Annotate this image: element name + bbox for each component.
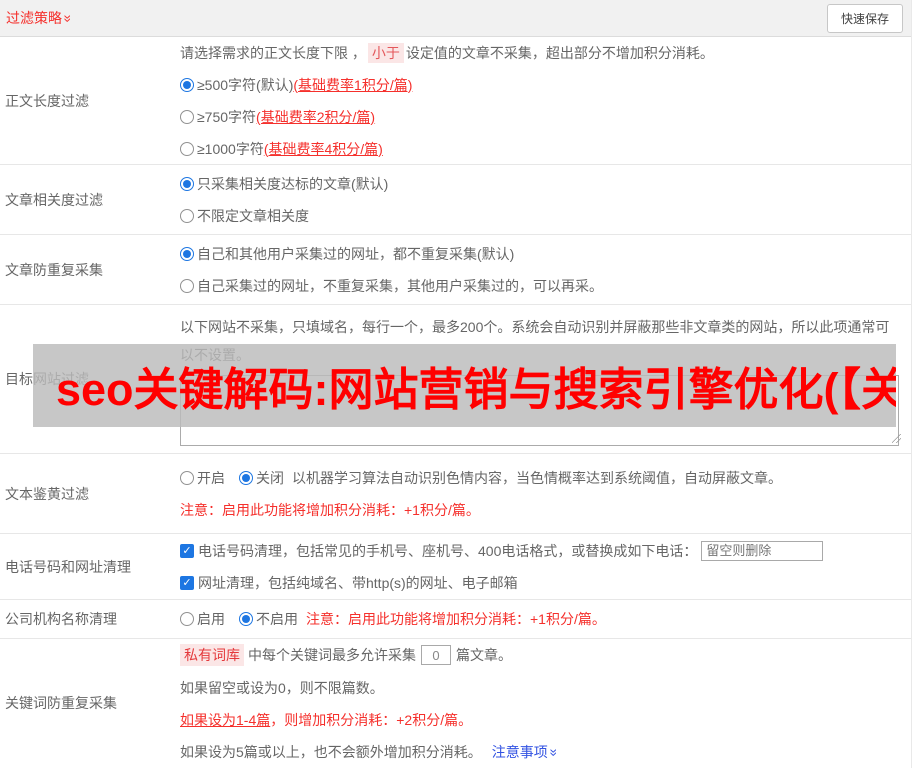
notes-link-text: 注意事项 (492, 744, 548, 760)
desc-text: 设定值的文章不采集，超出部分不增加积分消耗。 (406, 43, 714, 63)
private-lexicon-highlight: 私有词库 (180, 644, 244, 666)
cost-warning-note: 如果设为1-4篇 ，则增加积分消耗：+2积分/篇。 (180, 710, 905, 730)
row-label: 文章相关度过滤 (0, 165, 180, 234)
warning-underlined: 如果设为1-4篇 (180, 710, 270, 730)
radio-option-row: ≥750字符 (基础费率2积分/篇) (180, 107, 905, 127)
radio-label: 只采集相关度达标的文章(默认) (197, 174, 388, 194)
radio-company-off[interactable] (239, 612, 253, 626)
radio-750-chars[interactable] (180, 110, 194, 124)
radio-500-chars[interactable] (180, 78, 194, 92)
radio-porn-on[interactable] (180, 471, 194, 485)
radio-label: 开启 (197, 468, 225, 488)
fee-note: (基础费率1积分/篇) (293, 75, 412, 95)
checkbox-url-clean[interactable] (180, 576, 194, 590)
row-label: 正文长度过滤 (0, 37, 180, 164)
page-title[interactable]: 过滤策略» (6, 8, 72, 28)
description-line: 如果留空或设为0，则不限篇数。 (180, 678, 905, 698)
description-line: 以下网站不采集，只填域名，每行一个，最多200个。系统会自动识别并屏蔽那些非文章… (180, 317, 905, 337)
chevron-double-down-icon: » (60, 15, 76, 22)
warning-text: ，则增加积分消耗：+2积分/篇。 (270, 710, 472, 730)
desc-text: 请选择需求的正文长度下限 ， (180, 43, 366, 63)
radio-1000-chars[interactable] (180, 142, 194, 156)
row-relevance-filter: 文章相关度过滤 只采集相关度达标的文章(默认) 不限定文章相关度 (0, 165, 911, 235)
radio-label: 启用 (197, 609, 225, 629)
radio-label: 不限定文章相关度 (197, 206, 309, 226)
fee-note: (基础费率4积分/篇) (264, 139, 383, 159)
radio-option-row: 自己采集过的网址，不重复采集，其他用户采集过的，可以再采。 (180, 276, 905, 296)
resize-grip-icon[interactable] (892, 434, 901, 443)
phone-replacement-input[interactable] (701, 541, 823, 561)
radio-option-row: 开启 关闭 以机器学习算法自动识别色情内容，当色情概率达到系统阈值，自动屏蔽文章… (180, 468, 905, 488)
desc-text: 如果设为5篇或以上，也不会额外增加积分消耗。 (180, 742, 482, 762)
radio-company-on[interactable] (180, 612, 194, 626)
row-label: 文章防重复采集 (0, 235, 180, 304)
cost-warning-note: 注意：启用此功能将增加积分消耗：+1积分/篇。 (306, 609, 606, 629)
radio-option-row: 不限定文章相关度 (180, 206, 905, 226)
radio-porn-off[interactable] (239, 471, 253, 485)
radio-dedupe-all-users[interactable] (180, 247, 194, 261)
chevron-double-down-icon: » (544, 749, 564, 756)
radio-label: 自己采集过的网址，不重复采集，其他用户采集过的，可以再采。 (197, 276, 603, 296)
radio-option-row: 启用 不启用 注意：启用此功能将增加积分消耗：+1积分/篇。 (180, 609, 905, 629)
filter-settings-page: 过滤策略» 快速保存 正文长度过滤 请选择需求的正文长度下限 ， 小于 设定值的… (0, 0, 912, 768)
keyword-limit-row: 私有词库 中每个关键词最多允许采集 篇文章。 (180, 644, 905, 666)
checkbox-label: 网址清理，包括纯域名、带http(s)的网址、电子邮箱 (198, 573, 518, 593)
radio-label: 不启用 (256, 609, 298, 629)
row-label: 文本鉴黄过滤 (0, 454, 180, 533)
row-keyword-dedupe: 关键词防重复采集 私有词库 中每个关键词最多允许采集 篇文章。 如果留空或设为0… (0, 639, 911, 767)
row-label: 电话号码和网址清理 (0, 534, 180, 599)
radio-label: 关闭 (256, 468, 284, 488)
radio-relevance-strict[interactable] (180, 177, 194, 191)
desc-text: 以机器学习算法自动识别色情内容，当色情概率达到系统阈值，自动屏蔽文章。 (292, 468, 782, 488)
row-porn-filter: 文本鉴黄过滤 开启 关闭 以机器学习算法自动识别色情内容，当色情概率达到系统阈值… (0, 454, 911, 534)
row-label: 公司机构名称清理 (0, 600, 180, 638)
description-line: 如果设为5篇或以上，也不会额外增加积分消耗。 注意事项» (180, 742, 905, 762)
radio-option-row: ≥500字符(默认) (基础费率1积分/篇) (180, 75, 905, 95)
ad-overlay-text: seo关键解码:网站营销与搜索引擎优化(【关 (33, 353, 896, 418)
row-phone-url-cleanup: 电话号码和网址清理 电话号码清理，包括常见的手机号、座机号、400电话格式，或替… (0, 534, 911, 600)
description-line: 请选择需求的正文长度下限 ， 小于 设定值的文章不采集，超出部分不增加积分消耗。 (180, 43, 905, 63)
radio-label: ≥1000字符 (197, 139, 264, 159)
checkbox-phone-clean[interactable] (180, 544, 194, 558)
quick-save-button[interactable]: 快速保存 (827, 4, 903, 33)
radio-option-row: 自己和其他用户采集过的网址，都不重复采集(默认) (180, 244, 905, 264)
checkbox-row: 电话号码清理，包括常见的手机号、座机号、400电话格式，或替换成如下电话： (180, 541, 905, 561)
cost-warning-note: 注意：启用此功能将增加积分消耗：+1积分/篇。 (180, 500, 905, 520)
radio-label: ≥500字符(默认) (197, 75, 293, 95)
radio-label: ≥750字符 (197, 107, 256, 127)
radio-relevance-any[interactable] (180, 209, 194, 223)
row-body-length-filter: 正文长度过滤 请选择需求的正文长度下限 ， 小于 设定值的文章不采集，超出部分不… (0, 37, 911, 165)
keyword-count-input[interactable] (421, 645, 451, 665)
notes-link[interactable]: 注意事项» (492, 742, 558, 762)
radio-option-row: 只采集相关度达标的文章(默认) (180, 174, 905, 194)
highlight-less-than: 小于 (368, 43, 404, 63)
row-company-name-cleanup: 公司机构名称清理 启用 不启用 注意：启用此功能将增加积分消耗：+1积分/篇。 (0, 600, 911, 639)
desc-text: 中每个关键词最多允许采集 (248, 645, 416, 665)
checkbox-row: 网址清理，包括纯域名、带http(s)的网址、电子邮箱 (180, 573, 905, 593)
section-header-bar: 过滤策略» 快速保存 (0, 0, 911, 37)
page-title-text: 过滤策略 (6, 10, 62, 26)
row-dedupe-collection: 文章防重复采集 自己和其他用户采集过的网址，都不重复采集(默认) 自己采集过的网… (0, 235, 911, 305)
desc-text: 篇文章。 (456, 645, 512, 665)
ad-overlay-banner: seo关键解码:网站营销与搜索引擎优化(【关 (33, 344, 896, 427)
fee-note: (基础费率2积分/篇) (256, 107, 375, 127)
checkbox-label: 电话号码清理，包括常见的手机号、座机号、400电话格式，或替换成如下电话： (198, 541, 697, 561)
row-label: 关键词防重复采集 (0, 639, 180, 767)
radio-option-row: ≥1000字符 (基础费率4积分/篇) (180, 139, 905, 159)
radio-dedupe-self-only[interactable] (180, 279, 194, 293)
radio-label: 自己和其他用户采集过的网址，都不重复采集(默认) (197, 244, 514, 264)
